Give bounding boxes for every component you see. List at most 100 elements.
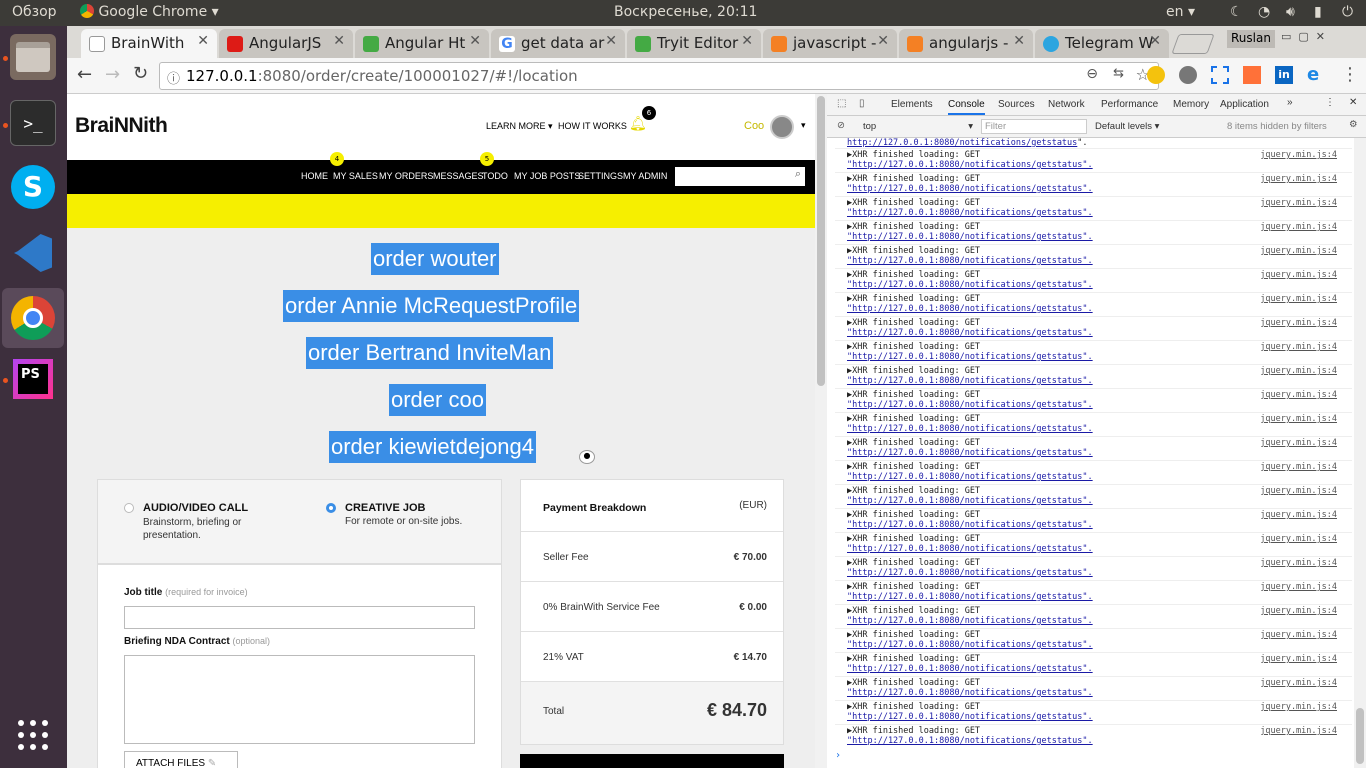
tab-network[interactable]: Network [1048,99,1085,110]
translate-icon[interactable]: ⇆ [1113,66,1124,81]
app-menu[interactable]: Google Chrome ▾ [80,4,219,20]
tab-angularjs[interactable]: AngularJS ✕ [219,29,353,58]
close-icon[interactable]: ✕ [333,33,345,49]
nav-my-job-posts[interactable]: MY JOB POSTS [514,171,580,181]
battery-icon[interactable]: ▮ [1314,4,1322,20]
close-icon[interactable]: ✕ [197,33,209,49]
log-source-link[interactable]: jquery.min.js:4 [1260,390,1337,400]
log-source-link[interactable]: jquery.min.js:4 [1260,270,1337,280]
log-url[interactable]: "http://127.0.0.1:8080/notifications/get… [847,208,1337,218]
close-icon[interactable]: ✕ [469,33,481,49]
console-message[interactable]: ▶XHR finished loading: GET "http://127.0.… [847,294,1337,314]
console-message[interactable]: ▶XHR finished loading: GET "http://127.0.… [847,654,1337,674]
tab-brainwith[interactable]: BrainWith ✕ [81,29,217,58]
tab-stackoverflow-js[interactable]: javascript - ✕ [763,29,897,58]
log-source-link[interactable]: jquery.min.js:4 [1260,606,1337,616]
log-source-link[interactable]: jquery.min.js:4 [1260,534,1337,544]
linkedin-icon[interactable]: in [1275,66,1293,84]
more-tabs-icon[interactable]: » [1287,97,1293,108]
overview-button[interactable]: Обзор [12,4,57,20]
close-icon[interactable]: ✕ [1013,33,1025,49]
reload-icon[interactable]: ↻ [133,63,148,84]
console-message[interactable]: ▶XHR finished loading: GET "http://127.0.… [847,198,1337,218]
context-select[interactable]: top ▾ [863,121,973,132]
window-controls[interactable]: ▭ ▢ ✕ [1281,30,1361,48]
console-message[interactable]: ▶XHR finished loading: GET "http://127.0.… [847,366,1337,386]
page-scrollbar[interactable] [815,94,827,768]
log-source-link[interactable]: jquery.min.js:4 [1260,582,1337,592]
avatar[interactable] [770,115,794,139]
nav-messages[interactable]: MESSAGES [433,171,484,181]
log-url[interactable]: "http://127.0.0.1:8080/notifications/get… [847,424,1337,434]
submit-button[interactable] [520,754,784,768]
console-message[interactable]: ▶XHR finished loading: GET "http://127.0.… [847,702,1337,722]
device-icon[interactable]: ▯ [859,98,865,109]
console-message[interactable]: ▶XHR finished loading: GET "http://127.0.… [847,486,1337,506]
creative-title[interactable]: CREATIVE JOB [345,502,425,514]
wifi-icon[interactable]: ◔ [1258,4,1270,20]
clear-console-icon[interactable]: ⊘ [837,120,845,131]
menu-icon[interactable]: ⋮ [1341,64,1359,85]
console-message[interactable]: ▶XHR finished loading: GET "http://127.0.… [847,630,1337,650]
log-url[interactable]: "http://127.0.0.1:8080/notifications/get… [847,664,1337,674]
console-scrollbar[interactable] [1354,138,1366,768]
log-source-link[interactable]: jquery.min.js:4 [1260,414,1337,424]
nav-settings[interactable]: SETTINGS [578,171,623,181]
console-message[interactable]: ▶XHR finished loading: GET "http://127.0.… [847,438,1337,458]
log-url[interactable]: "http://127.0.0.1:8080/notifications/get… [847,352,1337,362]
order-item[interactable]: order wouter [371,243,499,275]
log-source-link[interactable]: jquery.min.js:4 [1260,654,1337,664]
tab-telegram[interactable]: Telegram W ✕ [1035,29,1169,58]
console-filter-input[interactable]: Filter [981,119,1087,134]
log-source-link[interactable]: jquery.min.js:4 [1260,558,1337,568]
log-source-link[interactable]: jquery.min.js:4 [1260,342,1337,352]
search-icon[interactable]: ⌕ [795,168,801,181]
log-source-link[interactable]: jquery.min.js:4 [1260,246,1337,256]
zoom-icon[interactable]: ⊖ [1086,66,1098,82]
log-url[interactable]: "http://127.0.0.1:8080/notifications/get… [847,184,1337,194]
log-source-link[interactable]: jquery.min.js:4 [1260,198,1337,208]
how-it-works-link[interactable]: HOW IT WORKS [558,121,627,131]
console-message[interactable]: ▶XHR finished loading: GET "http://127.0.… [847,318,1337,338]
console-message[interactable]: ▶XHR finished loading: GET "http://127.0.… [847,462,1337,482]
close-icon[interactable]: ✕ [1349,97,1357,108]
log-source-link[interactable]: jquery.min.js:4 [1260,318,1337,328]
log-url[interactable]: "http://127.0.0.1:8080/notifications/get… [847,592,1337,602]
log-source-link[interactable]: jquery.min.js:4 [1260,150,1337,160]
order-item[interactable]: order Bertrand InviteMan [306,337,554,369]
back-icon[interactable]: ← [77,64,92,85]
log-source-link[interactable]: jquery.min.js:4 [1260,222,1337,232]
nav-my-sales[interactable]: MY SALES [333,171,378,181]
job-title-input[interactable] [124,606,475,629]
tab-stackoverflow-angular[interactable]: angularjs - ✕ [899,29,1033,58]
scroll-thumb[interactable] [817,96,825,386]
extension-icon[interactable] [1243,66,1261,84]
tab-sources[interactable]: Sources [998,99,1035,110]
order-item[interactable]: order coo [389,384,486,416]
tab-elements[interactable]: Elements [891,99,933,110]
screenshot-extension-icon[interactable] [1211,66,1229,84]
close-icon[interactable]: ✕ [605,33,617,49]
log-url[interactable]: "http://127.0.0.1:8080/notifications/get… [847,496,1337,506]
chrome-dock-icon[interactable] [2,288,64,348]
attach-files-button[interactable]: ATTACH FILES ✎ [124,751,238,768]
console-message[interactable]: ▶XHR finished loading: GET "http://127.0.… [847,534,1337,554]
log-url[interactable]: "http://127.0.0.1:8080/notifications/get… [847,616,1337,626]
info-icon[interactable]: ⓘ [167,68,180,87]
learn-more-menu[interactable]: LEARN MORE ▾ [486,121,553,132]
log-source-link[interactable]: jquery.min.js:4 [1260,294,1337,304]
phpstorm-icon[interactable]: PS [10,356,56,402]
tab-application[interactable]: Application [1220,99,1269,110]
console-message[interactable]: ▶XHR finished loading: GET "http://127.0.… [847,678,1337,698]
console-message[interactable]: ▶XHR finished loading: GET "http://127.0.… [847,510,1337,530]
log-url[interactable]: "http://127.0.0.1:8080/notifications/get… [847,256,1337,266]
console-message[interactable]: ▶XHR finished loading: GET "http://127.0.… [847,606,1337,626]
chevron-down-icon[interactable]: ▾ [801,121,806,131]
creative-radio[interactable] [326,503,336,513]
nav-home[interactable]: HOME [301,171,328,181]
forward-icon[interactable]: → [105,64,120,85]
log-url[interactable]: "http://127.0.0.1:8080/notifications/get… [847,448,1337,458]
console-message[interactable]: ▶XHR finished loading: GET "http://127.0.… [847,558,1337,578]
nav-my-orders[interactable]: MY ORDERS [379,171,433,181]
log-levels-select[interactable]: Default levels ▾ [1095,121,1159,132]
